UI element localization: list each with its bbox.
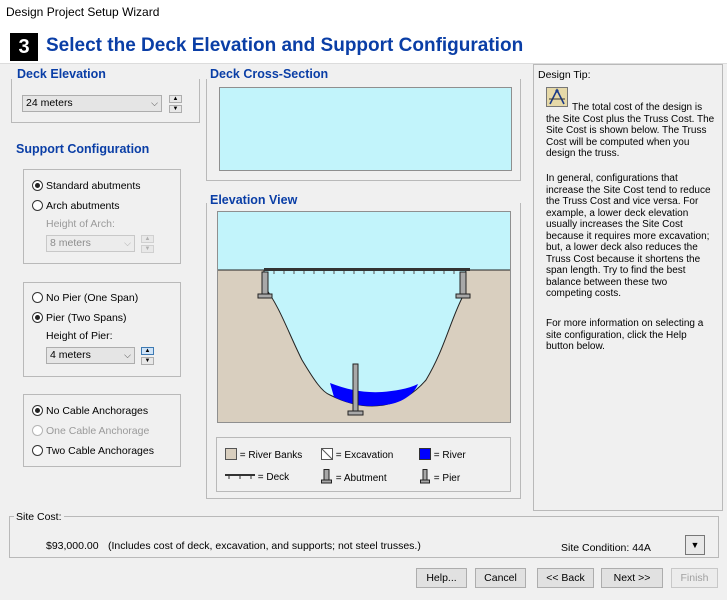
abutment-label: = Abutment bbox=[335, 473, 387, 484]
spin-down-icon[interactable]: ▼ bbox=[169, 105, 182, 113]
spin-down-icon[interactable]: ▼ bbox=[141, 357, 154, 365]
excavation-label: = Excavation bbox=[335, 450, 394, 461]
pier-height-value: 4 meters bbox=[50, 349, 91, 361]
pier-swatch bbox=[420, 469, 430, 484]
river-banks-swatch bbox=[225, 448, 237, 460]
chevron-down-icon: ⌵ bbox=[124, 238, 131, 248]
design-tip-paragraph-3: For more information on selecting a site… bbox=[546, 318, 704, 352]
design-tip-paragraph-1: The total cost of the design is the Site… bbox=[546, 102, 715, 159]
finish-button[interactable]: Finish bbox=[671, 568, 718, 588]
arch-abutments-radio[interactable]: Arch abutments bbox=[32, 199, 120, 213]
no-cable-label: No Cable Anchorages bbox=[46, 405, 149, 417]
pier-height-select[interactable]: 4 meters ⌵ bbox=[46, 347, 135, 364]
river-banks-label: = River Banks bbox=[239, 450, 303, 461]
elevation-view-title: Elevation View bbox=[210, 193, 298, 207]
chevron-down-icon: ⌵ bbox=[124, 350, 131, 360]
spin-down-icon[interactable]: ▼ bbox=[141, 245, 154, 253]
radio-indicator[interactable] bbox=[32, 200, 43, 211]
elevation-legend: = River Banks = Excavation = River = Dec… bbox=[216, 437, 511, 492]
river-label: = River bbox=[433, 450, 466, 461]
site-condition-dropdown-button[interactable]: ▼ bbox=[685, 535, 705, 555]
step-number: 3 bbox=[10, 33, 38, 61]
radio-indicator[interactable] bbox=[32, 445, 43, 456]
river-swatch bbox=[419, 448, 431, 460]
cancel-button[interactable]: Cancel bbox=[475, 568, 526, 588]
deck-label: = Deck bbox=[257, 472, 290, 483]
radio-indicator[interactable] bbox=[32, 425, 43, 436]
no-cable-radio[interactable]: No Cable Anchorages bbox=[32, 404, 148, 418]
spin-up-icon[interactable]: ▲ bbox=[141, 235, 154, 243]
arch-height-spinner[interactable]: ▲ ▼ bbox=[141, 235, 154, 253]
help-button[interactable]: Help... bbox=[416, 568, 467, 588]
deck-swatch bbox=[225, 474, 255, 479]
pier-height-spinner[interactable]: ▲ ▼ bbox=[141, 347, 154, 365]
next-button[interactable]: Next >> bbox=[601, 568, 663, 588]
spin-up-icon[interactable]: ▲ bbox=[141, 347, 154, 355]
deck-elevation-spinner[interactable]: ▲ ▼ bbox=[169, 95, 182, 113]
deck-elevation-value: 24 meters bbox=[26, 97, 73, 109]
chevron-down-icon: ⌵ bbox=[151, 98, 158, 108]
legend-abutment: = Abutment bbox=[321, 469, 387, 486]
design-tip-paragraph-2: In general, configurations that increase… bbox=[546, 173, 711, 299]
standard-abutments-radio[interactable]: Standard abutments bbox=[32, 179, 141, 193]
support-config-title: Support Configuration bbox=[16, 142, 150, 156]
window-title: Design Project Setup Wizard bbox=[0, 0, 727, 24]
page-title: Select the Deck Elevation and Support Co… bbox=[46, 35, 524, 56]
legend-river-banks: = River Banks bbox=[225, 448, 302, 463]
deck-elevation-select[interactable]: 24 meters ⌵ bbox=[22, 95, 162, 112]
abutment-swatch bbox=[321, 469, 332, 484]
arch-abutments-label: Arch abutments bbox=[46, 200, 120, 212]
deck-cross-section-view bbox=[219, 87, 512, 171]
radio-indicator[interactable] bbox=[32, 180, 43, 191]
radio-indicator[interactable] bbox=[32, 312, 43, 323]
one-cable-radio[interactable]: One Cable Anchorage bbox=[32, 424, 149, 438]
elevation-drawing bbox=[218, 212, 510, 416]
cross-section-title: Deck Cross-Section bbox=[210, 67, 329, 81]
wizard-header: 3 Select the Deck Elevation and Support … bbox=[0, 24, 727, 64]
valley-outline bbox=[263, 269, 467, 407]
arch-height-select[interactable]: 8 meters ⌵ bbox=[46, 235, 135, 252]
site-condition: Site Condition: 44A bbox=[561, 542, 651, 554]
chevron-down-icon: ▼ bbox=[690, 540, 700, 550]
radio-indicator[interactable] bbox=[32, 292, 43, 303]
pier-two-spans-label: Pier (Two Spans) bbox=[46, 312, 127, 324]
sky-area bbox=[218, 212, 510, 270]
design-tip-title: Design Tip: bbox=[538, 69, 591, 81]
pier-two-spans-radio[interactable]: Pier (Two Spans) bbox=[32, 311, 127, 325]
arch-height-value: 8 meters bbox=[50, 237, 91, 249]
two-cable-radio[interactable]: Two Cable Anchorages bbox=[32, 444, 154, 458]
site-cost-value: $93,000.00 bbox=[46, 540, 99, 552]
height-of-pier-label: Height of Pier: bbox=[46, 330, 113, 342]
no-pier-label: No Pier (One Span) bbox=[46, 292, 139, 304]
site-cost-group: $93,000.00 (Includes cost of deck, excav… bbox=[9, 516, 719, 558]
site-cost-note: (Includes cost of deck, excavation, and … bbox=[108, 540, 421, 552]
excavation-swatch bbox=[321, 448, 333, 460]
pier-label: = Pier bbox=[433, 473, 461, 484]
no-pier-radio[interactable]: No Pier (One Span) bbox=[32, 291, 138, 305]
legend-deck: = Deck bbox=[225, 471, 289, 485]
legend-river: = River bbox=[419, 448, 466, 463]
design-tip-panel: Design Tip: The total cost of the design… bbox=[533, 64, 723, 511]
two-cable-label: Two Cable Anchorages bbox=[46, 445, 154, 457]
radio-indicator[interactable] bbox=[32, 405, 43, 416]
deck bbox=[264, 268, 470, 271]
elevation-view bbox=[217, 211, 511, 423]
height-of-arch-label: Height of Arch: bbox=[46, 218, 115, 230]
legend-excavation: = Excavation bbox=[321, 448, 393, 463]
standard-abutments-label: Standard abutments bbox=[46, 180, 141, 192]
back-button[interactable]: << Back bbox=[537, 568, 594, 588]
deck-elevation-title: Deck Elevation bbox=[16, 67, 107, 81]
spin-up-icon[interactable]: ▲ bbox=[169, 95, 182, 103]
site-cost-label: Site Cost: bbox=[14, 511, 64, 523]
one-cable-label: One Cable Anchorage bbox=[46, 425, 150, 437]
legend-pier: = Pier bbox=[419, 469, 460, 486]
